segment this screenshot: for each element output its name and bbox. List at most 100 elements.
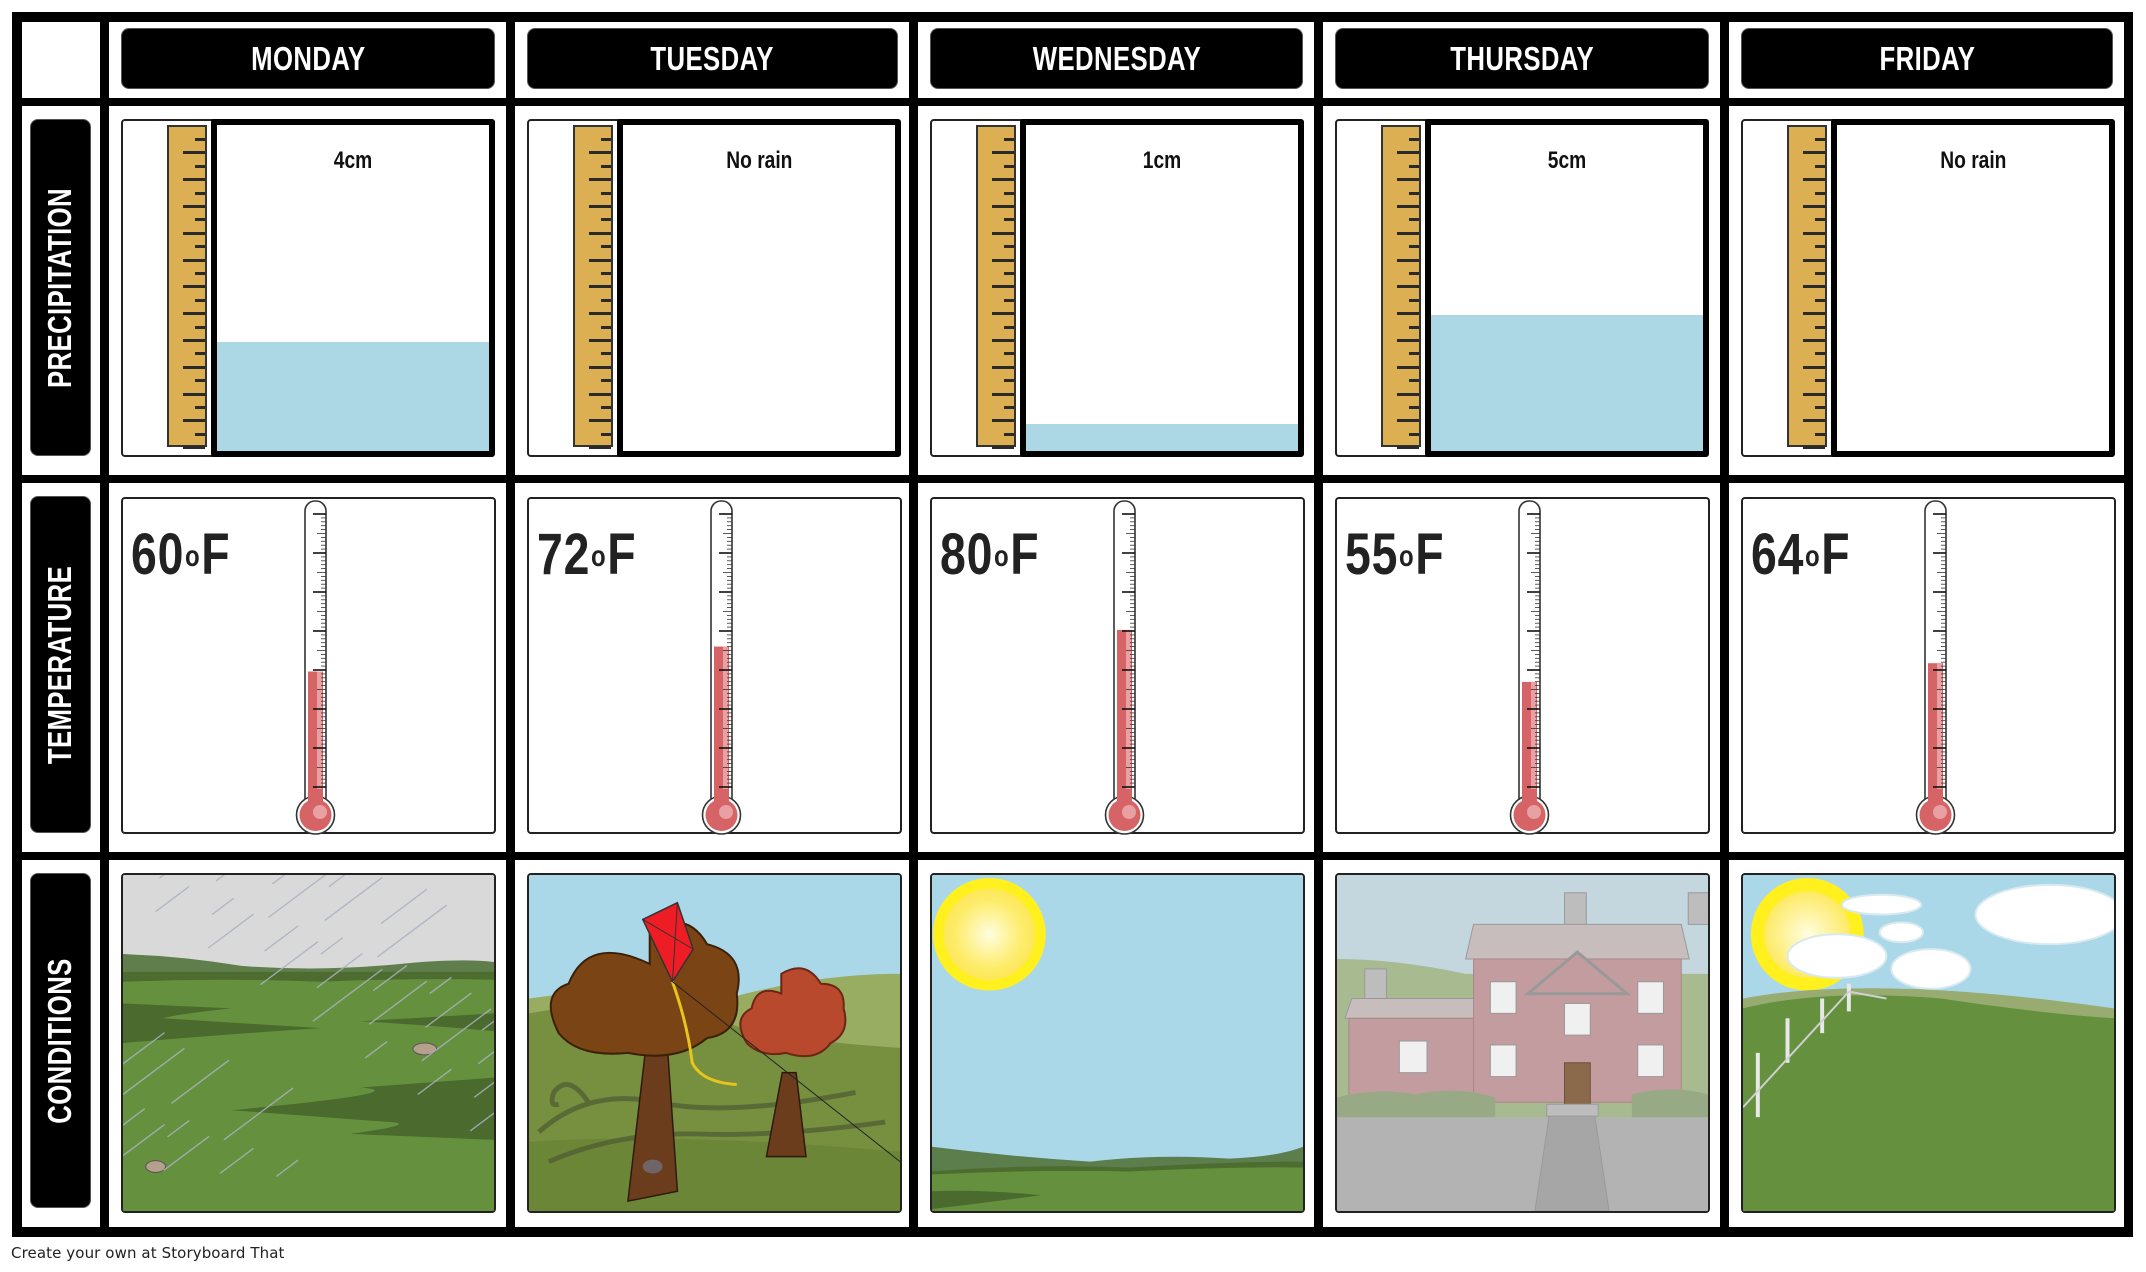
ruler-tick <box>1397 365 1419 369</box>
precipitation-amount-text: 4cm <box>333 147 373 174</box>
thermometer-icon <box>701 500 742 835</box>
ruler-tick <box>1004 272 1014 275</box>
temperature-panel: 64oF <box>1741 497 2116 835</box>
ruler-tick <box>992 285 1014 289</box>
ruler-tick <box>1004 379 1014 383</box>
ruler-tick <box>195 325 205 329</box>
ruler-tick <box>183 285 205 289</box>
precipitation-amount-text: 5cm <box>1547 147 1587 174</box>
partly-cloudy-scene <box>1741 873 2116 1213</box>
ruler-tick <box>1815 138 1825 141</box>
row-label-pill: TEMPERATURE <box>30 496 91 833</box>
precipitation-amount-label: 4cm <box>217 147 489 175</box>
ruler-tick <box>1815 298 1825 302</box>
ruler-tick <box>1397 419 1419 423</box>
rain-gauge-panel: 5cm <box>1335 119 1709 457</box>
ruler-tick <box>992 419 1014 423</box>
ruler-tick <box>195 138 205 141</box>
thermometer-bulb-shine <box>1527 805 1541 819</box>
ruler-tick <box>1004 352 1014 356</box>
ruler-tick <box>1803 419 1825 423</box>
ruler-tick <box>601 191 611 195</box>
rainy-field-scene <box>121 873 496 1213</box>
ruler-tick <box>1803 312 1825 316</box>
day-header-label: TUESDAY <box>650 39 775 77</box>
thermometer-neck <box>1928 789 1943 803</box>
ruler-tick <box>1397 231 1419 235</box>
ruler-tick <box>1409 218 1419 222</box>
ruler-tick <box>601 298 611 302</box>
ruler-tick <box>1409 138 1419 141</box>
ruler-tick <box>992 312 1014 316</box>
ruler-tick <box>1004 298 1014 302</box>
thermometer-neck <box>714 789 729 803</box>
precipitation-amount-label: 1cm <box>1026 147 1298 175</box>
ruler-tick <box>1803 178 1825 182</box>
header-wednesday: WEDNESDAY <box>918 22 1314 98</box>
ruler-tick <box>195 191 205 195</box>
temperature-readout: 72oF <box>537 521 636 588</box>
header-thursday: THURSDAY <box>1323 22 1720 98</box>
conditions-cell-tuesday <box>515 860 909 1227</box>
ruler-tick <box>1409 164 1419 168</box>
temperature-readout: 55oF <box>1345 521 1444 588</box>
temperature-readout: 60oF <box>131 521 230 588</box>
ruler-tick <box>1409 432 1419 436</box>
ruler-tick <box>183 446 205 450</box>
temperature-value: 64 <box>1751 522 1805 587</box>
rain-gauge-panel: 1cm <box>930 119 1304 457</box>
corner-cell <box>22 22 100 98</box>
degree-symbol: o <box>994 540 1010 573</box>
rain-gauge-container: 5cm <box>1425 119 1709 457</box>
ruler-tick <box>1004 406 1014 409</box>
thermometer-icon <box>1104 500 1145 835</box>
rain-gauge-container: 4cm <box>211 119 495 457</box>
ruler-tick <box>589 419 611 423</box>
ruler-tick <box>183 339 205 342</box>
ruler-tick <box>601 218 611 222</box>
ruler-tick <box>589 231 611 235</box>
ruler-tick <box>183 392 205 396</box>
ruler-icon <box>1787 125 1827 450</box>
conditions-cell-friday <box>1729 860 2124 1227</box>
ruler-tick <box>992 446 1014 450</box>
header-tuesday: TUESDAY <box>515 22 909 98</box>
rain-gauge-panel: No rain <box>1741 119 2115 457</box>
row-label-pill: CONDITIONS <box>30 873 91 1208</box>
rain-gauge-container: No rain <box>617 119 901 457</box>
ruler-tick <box>183 231 205 235</box>
ruler-icon <box>976 125 1016 450</box>
temperature-panel: 55oF <box>1335 497 1710 835</box>
ruler-tick <box>1004 191 1014 195</box>
day-header-label: FRIDAY <box>1879 39 1975 77</box>
ruler-tick <box>195 164 205 168</box>
footer-credit[interactable]: Create your own at Storyboard That <box>11 1244 285 1262</box>
ruler-tick <box>1803 258 1825 262</box>
row-label-precipitation: PRECIPITATION <box>22 106 100 475</box>
row-label-pill: PRECIPITATION <box>30 119 91 456</box>
ruler-tick <box>992 365 1014 369</box>
ruler-tick <box>1803 285 1825 289</box>
precipitation-amount-label: No rain <box>623 147 895 175</box>
ruler-tick <box>1004 138 1014 141</box>
weather-storyboard-grid: MONDAY TUESDAY WEDNESDAY THURSDAY FRIDAY… <box>12 12 2133 1237</box>
ruler-tick <box>1409 245 1419 249</box>
ruler-tick <box>195 272 205 275</box>
ruler-tick <box>1004 218 1014 222</box>
precip-cell-monday: 4cm <box>109 106 506 475</box>
thermometer-bulb-shine <box>313 805 327 819</box>
ruler-tick <box>183 151 205 155</box>
ruler-tick <box>992 339 1014 342</box>
ruler-tick <box>183 419 205 423</box>
rain-water-level <box>1026 423 1298 451</box>
ruler-tick <box>601 325 611 329</box>
ruler-tick <box>1397 312 1419 316</box>
thermometer-bulb-shine <box>1122 805 1136 819</box>
thermometer-neck <box>308 789 323 803</box>
ruler-tick <box>589 446 611 450</box>
degree-symbol: o <box>185 540 201 573</box>
ruler-tick <box>1803 392 1825 396</box>
row-label-conditions: CONDITIONS <box>22 860 100 1227</box>
ruler-tick <box>1815 406 1825 409</box>
rain-water-level <box>217 342 489 451</box>
